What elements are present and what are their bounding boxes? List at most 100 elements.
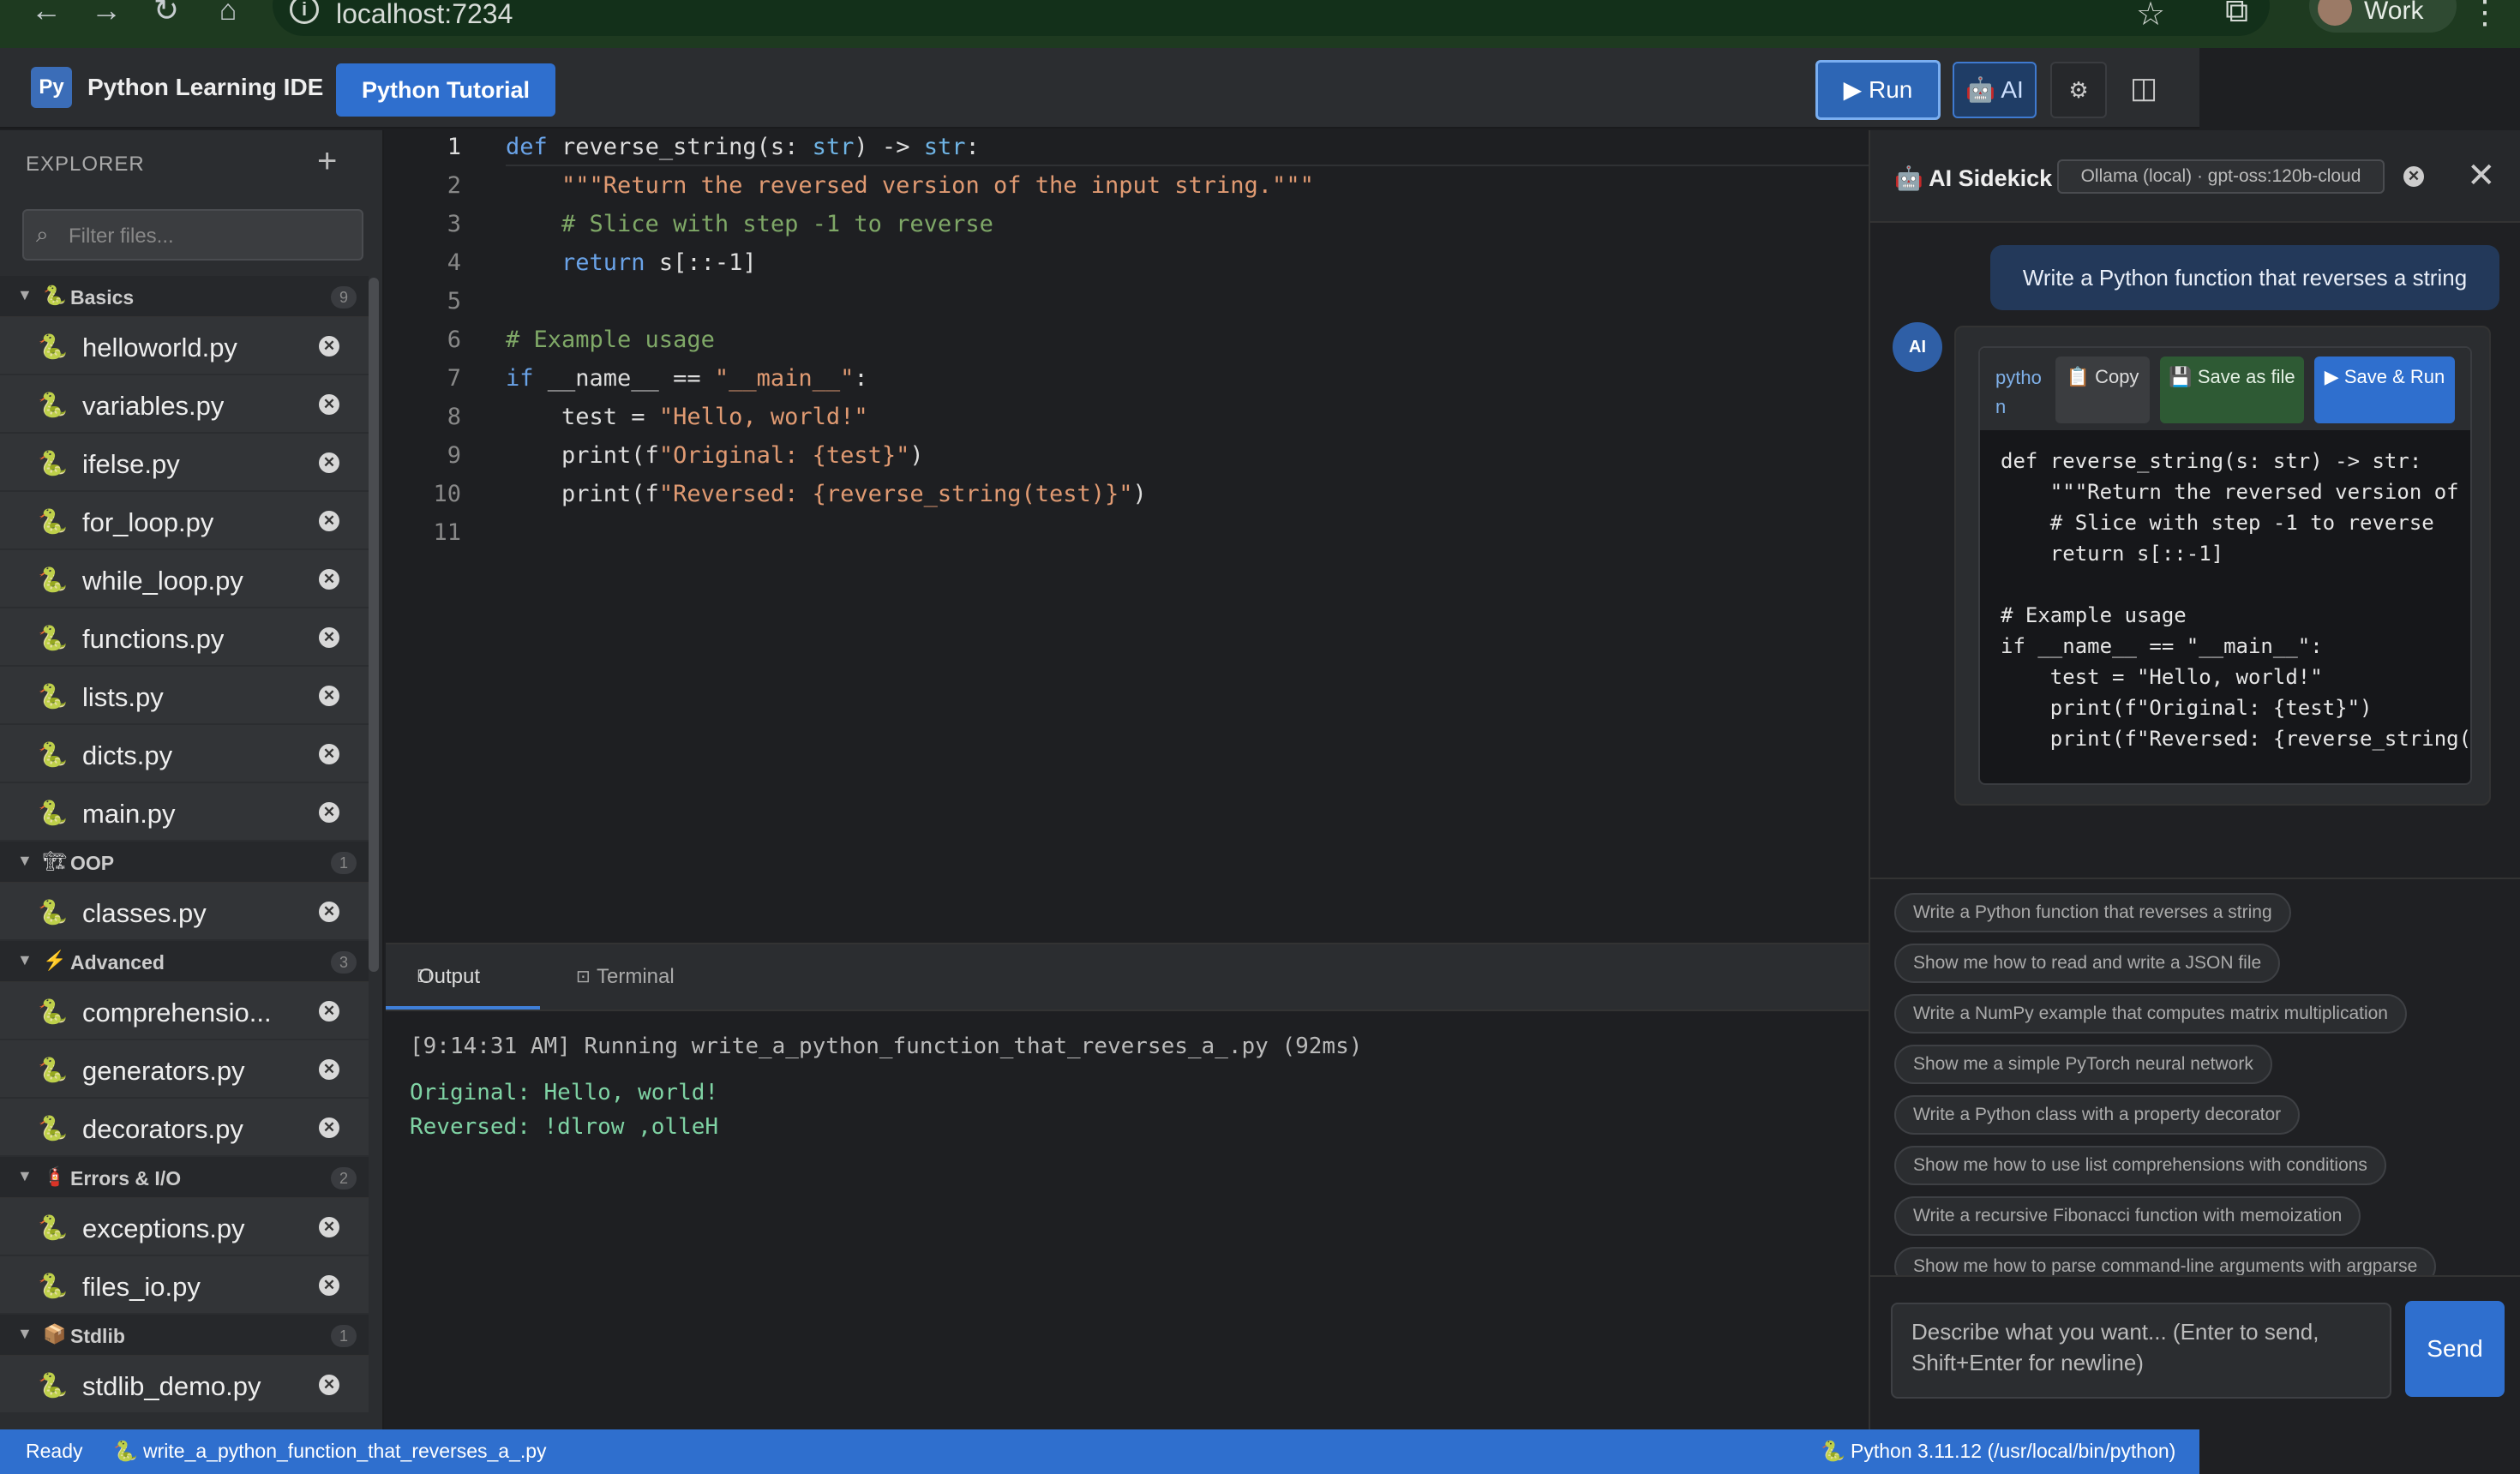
code-line[interactable]: """Return the reversed version of the in…: [506, 172, 1314, 199]
delete-file-icon[interactable]: ✕: [319, 336, 339, 357]
browser-menu-icon[interactable]: ⋮: [2469, 0, 2501, 32]
file-name: exceptions.py: [82, 1213, 245, 1243]
code-line[interactable]: print(f"Original: {test}"): [506, 442, 924, 469]
file-item[interactable]: 🐍 main.py ✕: [0, 783, 369, 842]
file-name: classes.py: [82, 898, 207, 928]
folder-group[interactable]: ▼ 📦 Stdlib 1: [0, 1315, 369, 1356]
chevron-down-icon[interactable]: ▼: [17, 852, 33, 870]
file-item[interactable]: 🐍 classes.py ✕: [0, 883, 369, 941]
save-as-file-button[interactable]: 💾 Save as file: [2160, 357, 2304, 423]
settings-button[interactable]: ⚙: [2050, 62, 2107, 118]
code-line[interactable]: # Example usage: [506, 327, 715, 353]
delete-file-icon[interactable]: ✕: [319, 744, 339, 764]
suggestion-chip[interactable]: Show me how to use list comprehensions w…: [1894, 1146, 2386, 1185]
folder-group[interactable]: ▼ ⚡ Advanced 3: [0, 941, 369, 982]
ai-code-line: return s[::-1]: [2001, 542, 2224, 566]
delete-file-icon[interactable]: ✕: [319, 1217, 339, 1237]
file-item[interactable]: 🐍 while_loop.py ✕: [0, 550, 369, 608]
delete-file-icon[interactable]: ✕: [319, 1275, 339, 1296]
split-layout-button[interactable]: ◫: [2115, 62, 2172, 118]
folder-group[interactable]: ▼ 🧯 Errors & I/O 2: [0, 1157, 369, 1198]
send-button[interactable]: Send: [2405, 1301, 2505, 1397]
extensions-icon[interactable]: ⧉: [2225, 0, 2248, 30]
delete-file-icon[interactable]: ✕: [319, 452, 339, 473]
chevron-down-icon[interactable]: ▼: [17, 1167, 33, 1185]
file-item[interactable]: 🐍 stdlib_demo.py ✕: [0, 1356, 369, 1414]
suggestion-chip[interactable]: Write a recursive Fibonacci function wit…: [1894, 1196, 2361, 1236]
filter-files-input[interactable]: [69, 225, 351, 249]
tab-output[interactable]: ☐ Output: [386, 944, 540, 1010]
chevron-down-icon[interactable]: ▼: [17, 951, 33, 969]
delete-file-icon[interactable]: ✕: [319, 1117, 339, 1138]
delete-file-icon[interactable]: ✕: [319, 394, 339, 415]
suggestion-chip[interactable]: Show me a simple PyTorch neural network: [1894, 1045, 2272, 1084]
file-item[interactable]: 🐍 variables.py ✕: [0, 375, 369, 434]
ai-code-line: print(f"Reversed: {reverse_string(test)}…: [2049, 727, 2472, 751]
run-log-line: [9:14:31 AM] Running write_a_python_func…: [410, 1034, 1363, 1059]
folder-group[interactable]: ▼ 🐍 Basics 9: [0, 276, 369, 317]
delete-file-icon[interactable]: ✕: [319, 569, 339, 590]
close-icon[interactable]: ✕: [2467, 156, 2496, 195]
chevron-down-icon[interactable]: ▼: [17, 286, 33, 304]
clear-model-icon[interactable]: ✕: [2403, 166, 2424, 187]
file-item[interactable]: 🐍 files_io.py ✕: [0, 1256, 369, 1315]
python-tutorial-button[interactable]: Python Tutorial: [336, 63, 555, 117]
bookmark-star-icon[interactable]: ☆: [2136, 0, 2165, 33]
ai-toggle-button[interactable]: 🤖 AI: [1953, 62, 2037, 118]
prompt-input[interactable]: [1891, 1303, 2391, 1399]
suggestion-chip[interactable]: Write a Python class with a property dec…: [1894, 1095, 2301, 1135]
model-badge[interactable]: Ollama (local) · gpt-oss:120b-cloud: [2057, 159, 2385, 194]
delete-file-icon[interactable]: ✕: [319, 902, 339, 922]
file-item[interactable]: 🐍 functions.py ✕: [0, 608, 369, 667]
file-item[interactable]: 🐍 generators.py ✕: [0, 1040, 369, 1099]
suggestion-chip[interactable]: Show me how to read and write a JSON fil…: [1894, 944, 2281, 983]
forward-icon[interactable]: →: [89, 0, 123, 27]
suggestion-chip[interactable]: Write a NumPy example that computes matr…: [1894, 994, 2407, 1034]
chevron-down-icon[interactable]: ▼: [17, 1325, 33, 1343]
tab-terminal[interactable]: ⊡ Terminal: [566, 944, 675, 1010]
delete-file-icon[interactable]: ✕: [319, 1059, 339, 1080]
bottom-right-area: [2199, 1429, 2520, 1474]
url-text[interactable]: localhost:7234: [336, 0, 513, 30]
delete-file-icon[interactable]: ✕: [319, 802, 339, 823]
suggestion-chip[interactable]: Write a Python function that reverses a …: [1894, 893, 2291, 932]
file-item[interactable]: 🐍 dicts.py ✕: [0, 725, 369, 783]
file-item[interactable]: 🐍 exceptions.py ✕: [0, 1198, 369, 1256]
code-editor[interactable]: 1 2 3 4 5 6 7 8 9 10 11 def reverse_string(s: str)…: [386, 130, 1869, 951]
address-bar[interactable]: i localhost:7234: [273, 0, 2270, 36]
file-item[interactable]: 🐍 helloworld.py ✕: [0, 317, 369, 375]
delete-file-icon[interactable]: ✕: [319, 511, 339, 531]
file-item[interactable]: 🐍 comprehensio... ✕: [0, 982, 369, 1040]
reload-icon[interactable]: ↻: [149, 0, 183, 27]
python-file-icon: 🐍: [38, 1273, 68, 1299]
ai-panel-title: 🤖 AI Sidekick: [1894, 165, 2053, 191]
file-count-badge: 3: [331, 951, 357, 974]
delete-file-icon[interactable]: ✕: [319, 686, 339, 706]
code-line[interactable]: test = "Hello, world!": [506, 404, 868, 430]
sidebar-scrollbar[interactable]: [369, 278, 379, 972]
code-line[interactable]: def reverse_string(s: str) -> str:: [506, 134, 980, 160]
code-line[interactable]: return s[::-1]: [506, 249, 757, 276]
code-line[interactable]: if __name__ == "__main__":: [506, 365, 868, 392]
add-file-icon[interactable]: +: [317, 142, 337, 181]
delete-file-icon[interactable]: ✕: [319, 627, 339, 648]
profile-label: Work: [2364, 0, 2424, 25]
profile-button[interactable]: Work: [2309, 0, 2457, 33]
file-item[interactable]: 🐍 ifelse.py ✕: [0, 434, 369, 492]
python-file-icon: 🐍: [38, 1372, 68, 1399]
back-icon[interactable]: ←: [29, 0, 63, 27]
delete-file-icon[interactable]: ✕: [319, 1001, 339, 1022]
file-item[interactable]: 🐍 lists.py ✕: [0, 667, 369, 725]
save-and-run-button[interactable]: ▶ Save & Run: [2314, 357, 2455, 423]
code-line[interactable]: # Slice with step -1 to reverse: [506, 211, 993, 237]
copy-button[interactable]: 📋 Copy: [2055, 357, 2150, 423]
site-info-icon[interactable]: i: [290, 0, 319, 24]
run-button[interactable]: ▶ Run: [1815, 60, 1941, 120]
home-icon[interactable]: ⌂: [211, 0, 245, 27]
code-line[interactable]: print(f"Reversed: {reverse_string(test)}…: [506, 481, 1147, 507]
file-item[interactable]: 🐍 decorators.py ✕: [0, 1099, 369, 1157]
delete-file-icon[interactable]: ✕: [319, 1375, 339, 1395]
file-item[interactable]: 🐍 for_loop.py ✕: [0, 492, 369, 550]
line-number: 3: [447, 211, 461, 237]
folder-group[interactable]: ▼ 🏗 OOP 1: [0, 842, 369, 883]
